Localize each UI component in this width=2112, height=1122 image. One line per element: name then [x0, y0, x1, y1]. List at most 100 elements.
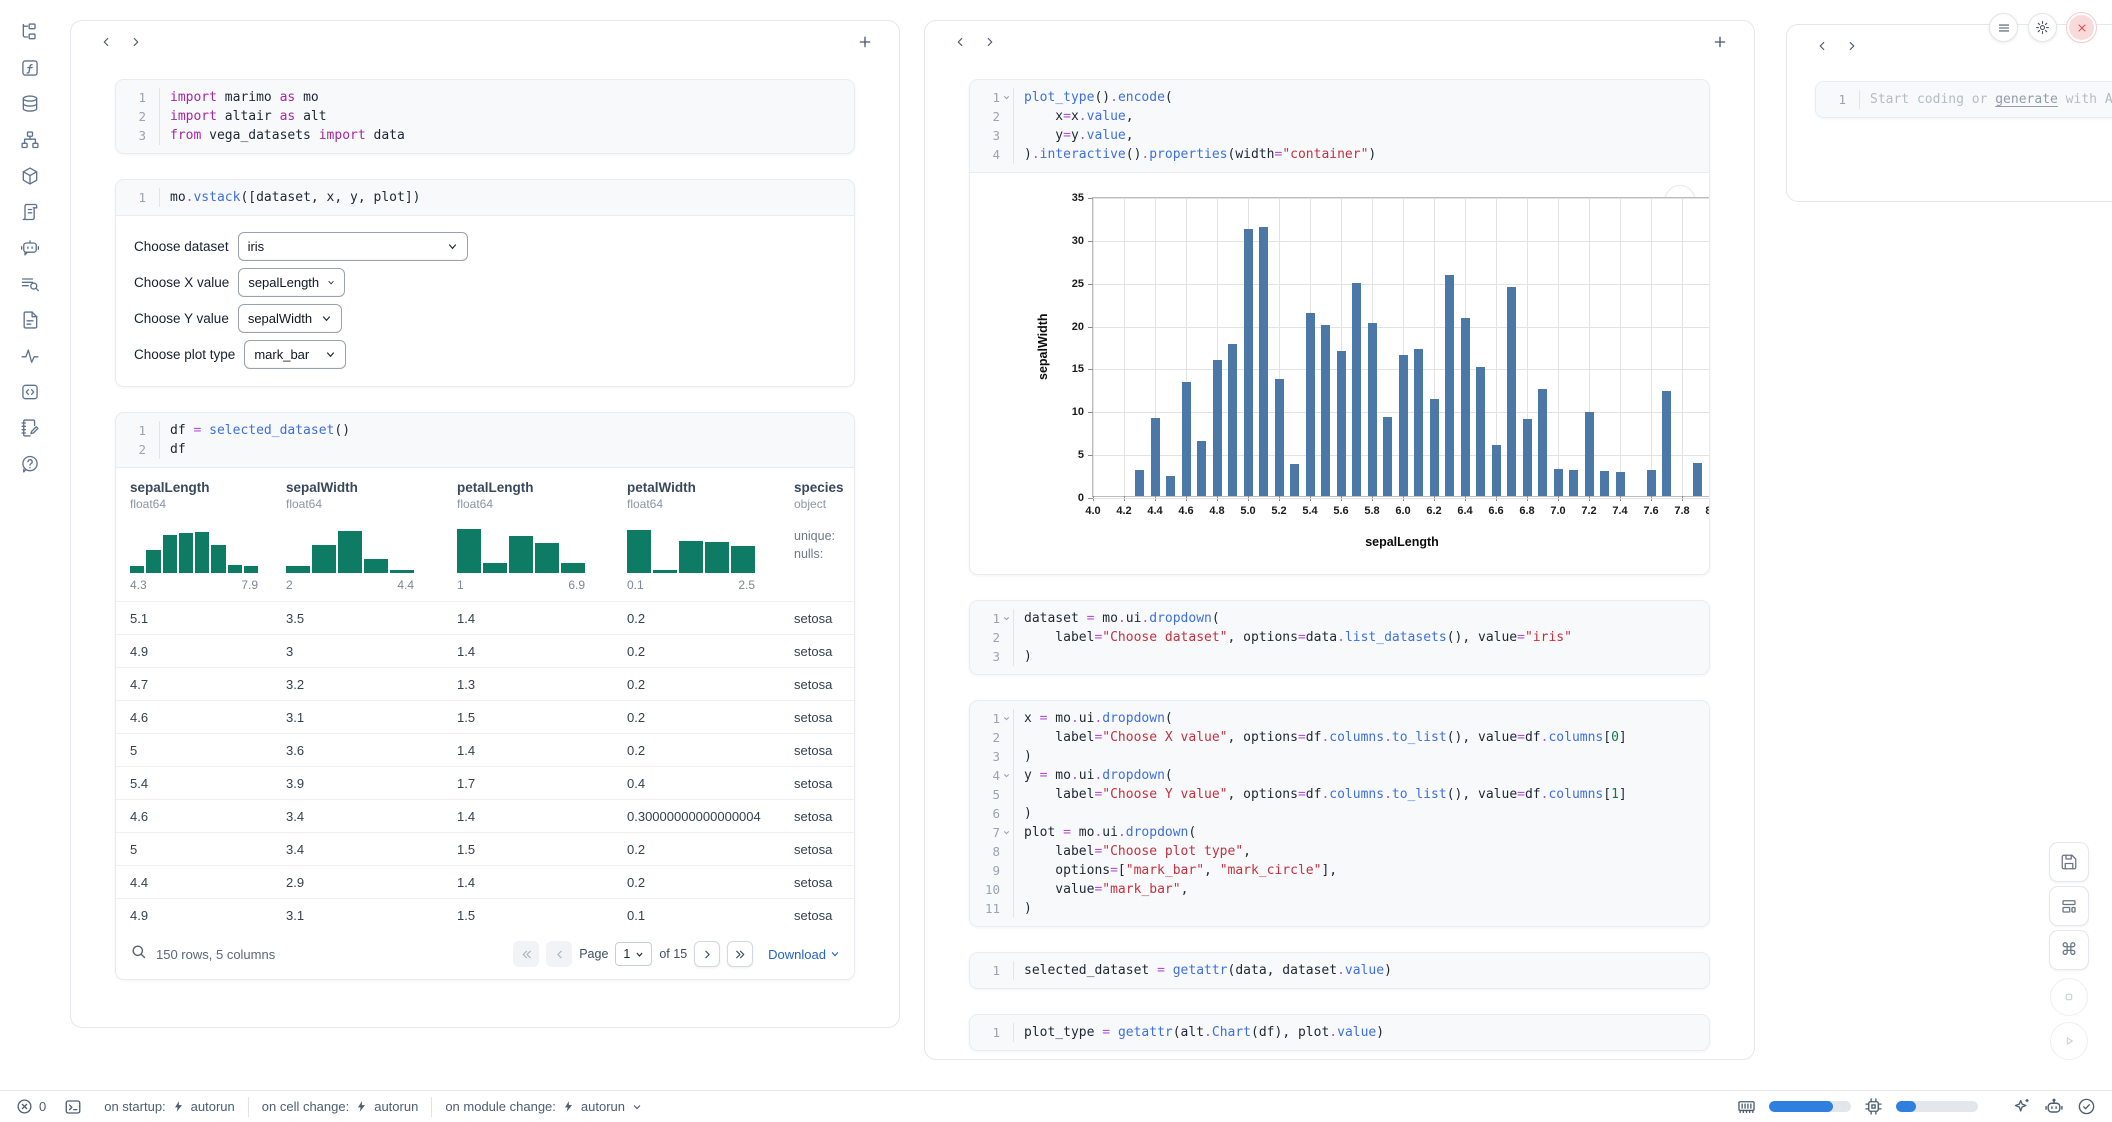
fold-chevron-icon[interactable] — [1002, 93, 1011, 102]
code-line[interactable]: 1plot_type().encode( — [970, 88, 1709, 107]
file-tree-icon[interactable] — [14, 16, 46, 48]
dropdown-select[interactable]: sepalLength — [238, 268, 345, 297]
code-line[interactable]: 1df = selected_dataset() — [116, 421, 854, 440]
dropdown-select[interactable]: sepalWidth — [238, 304, 342, 333]
last-page-button[interactable] — [727, 941, 753, 967]
code-cell-plot[interactable]: 1plot_type().encode(2 x=x.value,3 y=y.va… — [969, 79, 1710, 575]
run-button[interactable] — [2050, 1022, 2088, 1060]
layout-button[interactable] — [2049, 886, 2089, 926]
menu-button[interactable] — [1989, 13, 2018, 42]
add-cell-button[interactable] — [851, 29, 879, 55]
column-scroll-right-button[interactable] — [975, 29, 1005, 55]
code-line[interactable]: 6) — [970, 804, 1709, 823]
help-circle-icon[interactable] — [14, 448, 46, 480]
code-line[interactable]: 3) — [970, 647, 1709, 666]
column-scroll-left-button[interactable] — [91, 29, 121, 55]
scratchpad-edit-icon[interactable] — [14, 412, 46, 444]
code-line[interactable]: 1import marimo as mo — [116, 88, 854, 107]
column-scroll-right-button[interactable] — [1837, 33, 1867, 59]
dependency-graph-icon[interactable] — [14, 124, 46, 156]
previous-page-button[interactable] — [546, 941, 572, 967]
error-counter[interactable]: 0 — [16, 1098, 46, 1115]
code-line[interactable]: 1x = mo.ui.dropdown( — [970, 709, 1709, 728]
ai-chat-bot-icon[interactable] — [14, 232, 46, 264]
code-line[interactable]: 2df — [116, 440, 854, 459]
snippets-document-icon[interactable] — [14, 304, 46, 336]
fold-chevron-icon[interactable] — [1002, 771, 1011, 780]
generate-with-ai-link[interactable]: generate — [1995, 92, 2058, 107]
table-row[interactable]: 53.61.40.2setosa — [116, 733, 854, 766]
close-icon[interactable] — [2067, 13, 2096, 42]
column-name[interactable]: petalLength — [457, 480, 627, 495]
on-module-change-setting[interactable]: on module change: autorun — [445, 1099, 643, 1114]
first-page-button[interactable] — [513, 941, 539, 967]
code-line[interactable]: 1mo.vstack([dataset, x, y, plot]) — [116, 188, 854, 207]
column-name[interactable]: species — [794, 480, 854, 495]
code-line[interactable]: 4).interactive().properties(width="conta… — [970, 145, 1709, 164]
table-row[interactable]: 5.13.51.40.2setosa — [116, 601, 854, 634]
code-line[interactable]: 2 label="Choose X value", options=df.col… — [970, 728, 1709, 747]
code-cell-selected-dataset[interactable]: 1selected_dataset = getattr(data, datase… — [969, 952, 1710, 989]
code-line[interactable]: 11) — [970, 899, 1709, 918]
fold-chevron-icon[interactable] — [1002, 828, 1011, 837]
database-icon[interactable] — [14, 88, 46, 120]
code-cell-plot-type[interactable]: 1plot_type = getattr(alt.Chart(df), plot… — [969, 1014, 1710, 1051]
dropdown-select[interactable]: iris — [238, 232, 468, 261]
code-line[interactable]: 9 options=["mark_bar", "mark_circle"], — [970, 861, 1709, 880]
code-line[interactable]: 10 value="mark_bar", — [970, 880, 1709, 899]
save-button[interactable] — [2049, 842, 2089, 882]
code-line[interactable]: 3from vega_datasets import data — [116, 126, 854, 145]
dropdown-select[interactable]: mark_bar — [244, 340, 346, 369]
column-name[interactable]: sepalWidth — [286, 480, 457, 495]
code-cell-xy-dropdowns[interactable]: 1x = mo.ui.dropdown(2 label="Choose X va… — [969, 700, 1710, 927]
code-line[interactable]: 3) — [970, 747, 1709, 766]
column-name[interactable]: sepalLength — [130, 480, 286, 495]
code-cell-imports[interactable]: 1import marimo as mo2import altair as al… — [115, 79, 855, 154]
code-line[interactable]: 1plot_type = getattr(alt.Chart(df), plot… — [970, 1023, 1709, 1042]
documentation-scroll-icon[interactable] — [14, 196, 46, 228]
code-line[interactable]: 8 label="Choose plot type", — [970, 842, 1709, 861]
fold-chevron-icon[interactable] — [1002, 614, 1011, 623]
code-line[interactable]: 7plot = mo.ui.dropdown( — [970, 823, 1709, 842]
column-scroll-left-button[interactable] — [1807, 33, 1837, 59]
fold-chevron-icon[interactable] — [1002, 714, 1011, 723]
search-icon[interactable] — [130, 943, 147, 965]
table-row[interactable]: 4.63.41.40.30000000000000004setosa — [116, 799, 854, 832]
table-row[interactable]: 4.931.40.2setosa — [116, 634, 854, 667]
code-line[interactable]: 3 y=y.value, — [970, 126, 1709, 145]
code-line[interactable]: 2 label="Choose dataset", options=data.l… — [970, 628, 1709, 647]
code-line[interactable]: 1selected_dataset = getattr(data, datase… — [970, 961, 1709, 980]
code-line[interactable]: 2import altair as alt — [116, 107, 854, 126]
table-row[interactable]: 4.63.11.50.2setosa — [116, 700, 854, 733]
code-cell-vstack[interactable]: 1mo.vstack([dataset, x, y, plot]) Choose… — [115, 179, 855, 387]
code-line[interactable]: 5 label="Choose Y value", options=df.col… — [970, 785, 1709, 804]
on-startup-setting[interactable]: on startup: autorun — [104, 1099, 235, 1114]
code-line[interactable]: 4y = mo.ui.dropdown( — [970, 766, 1709, 785]
code-cell-dataframe[interactable]: 1df = selected_dataset()2df sepalLengthf… — [115, 412, 855, 980]
code-cell-dataset-dropdown[interactable]: 1dataset = mo.ui.dropdown(2 label="Choos… — [969, 600, 1710, 675]
table-row[interactable]: 4.42.91.40.2setosa — [116, 865, 854, 898]
table-row[interactable]: 53.41.50.2setosa — [116, 832, 854, 865]
stop-button[interactable] — [2050, 978, 2088, 1016]
next-page-button[interactable] — [694, 941, 720, 967]
column-name[interactable]: petalWidth — [627, 480, 794, 495]
empty-code-cell[interactable]: 1 Start coding or generate with AI — [1815, 81, 2112, 118]
table-row[interactable]: 5.43.91.70.4setosa — [116, 766, 854, 799]
code-placeholder[interactable]: Start coding or generate with AI — [1859, 90, 2112, 109]
settings-gear-icon[interactable] — [2028, 13, 2057, 42]
function-square-icon[interactable] — [14, 52, 46, 84]
table-row[interactable]: 4.93.11.50.1setosa — [116, 898, 854, 931]
code-line[interactable]: 1dataset = mo.ui.dropdown( — [970, 609, 1709, 628]
column-scroll-right-button[interactable] — [121, 29, 151, 55]
add-cell-button[interactable] — [1706, 29, 1734, 55]
table-row[interactable]: 4.73.21.30.2setosa — [116, 667, 854, 700]
logs-search-icon[interactable] — [14, 268, 46, 300]
column-scroll-left-button[interactable] — [945, 29, 975, 55]
command-palette-button[interactable]: ⌘ — [2049, 930, 2089, 970]
package-cube-icon[interactable] — [14, 160, 46, 192]
code-line[interactable]: 2 x=x.value, — [970, 107, 1709, 126]
tracing-activity-icon[interactable] — [14, 340, 46, 372]
page-select[interactable]: 1 — [615, 942, 652, 966]
on-cell-change-setting[interactable]: on cell change: autorun — [262, 1099, 419, 1114]
download-button[interactable]: Download — [768, 947, 840, 962]
